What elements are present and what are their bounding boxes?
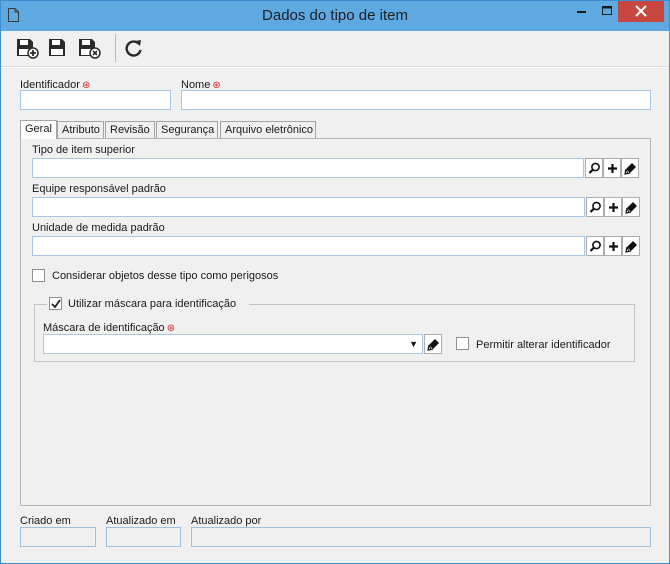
mascara-label: Máscara de identificação ⊛ (43, 322, 176, 334)
close-button[interactable] (618, 1, 664, 22)
floppy-x-icon (77, 37, 101, 59)
add-button[interactable] (603, 158, 621, 178)
atualizado-em-label: Atualizado em (106, 515, 176, 527)
required-icon: ⊛ (166, 323, 176, 334)
toolbar-separator (115, 34, 116, 62)
toolbar (1, 31, 669, 67)
tab-geral[interactable]: Geral (20, 120, 57, 139)
save-close-button[interactable] (77, 37, 101, 59)
save-button[interactable] (46, 37, 70, 59)
refresh-button[interactable] (122, 37, 146, 59)
search-button[interactable] (585, 158, 603, 178)
atualizado-por-label: Atualizado por (191, 515, 262, 527)
perigosos-label: Considerar objetos desse tipo como perig… (52, 270, 279, 282)
search-button[interactable] (586, 236, 604, 256)
mascara-group-checkbox[interactable] (49, 297, 62, 310)
criado-input (20, 527, 96, 547)
tab-panel-geral: Tipo de item superior Equipe responsável… (20, 138, 651, 506)
identificador-input[interactable] (20, 90, 171, 110)
mascara-select[interactable]: ▼ (43, 334, 423, 354)
tab-revisao[interactable]: Revisão (105, 121, 155, 138)
equipe-label: Equipe responsável padrão (32, 183, 166, 195)
nome-input[interactable] (181, 90, 651, 110)
permitir-checkbox[interactable] (456, 337, 469, 350)
mascara-group-label: Utilizar máscara para identificação (68, 298, 237, 310)
form-content: Identificador ⊛ Nome ⊛ Geral Atributo Revi… (1, 68, 669, 563)
tipo-superior-lookup (32, 158, 640, 178)
atualizado-em-input (106, 527, 181, 547)
minimize-button[interactable] (568, 1, 594, 22)
criado-label: Criado em (20, 515, 71, 527)
tipo-superior-input[interactable] (32, 158, 584, 178)
clear-button[interactable] (622, 197, 640, 217)
search-button[interactable] (586, 197, 604, 217)
maximize-button[interactable] (594, 1, 620, 22)
unidade-input[interactable] (32, 236, 585, 256)
tab-arquivo-eletronico[interactable]: Arquivo eletrônico (220, 121, 316, 138)
equipe-lookup (32, 197, 640, 217)
clear-button[interactable] (621, 158, 639, 178)
floppy-icon (46, 37, 70, 59)
mascara-group: Utilizar máscara para identificação Másc… (34, 296, 635, 362)
clear-button[interactable] (424, 334, 442, 354)
refresh-icon (122, 37, 146, 59)
perigosos-checkbox[interactable] (32, 269, 45, 282)
mascara-group-header: Utilizar máscara para identificação (47, 296, 249, 312)
unidade-label: Unidade de medida padrão (32, 222, 165, 234)
title-bar[interactable]: Dados do tipo de item (1, 1, 669, 31)
clear-button[interactable] (622, 236, 640, 256)
add-button[interactable] (604, 236, 622, 256)
tipo-superior-label: Tipo de item superior (32, 144, 135, 156)
dialog-window: Dados do tipo de item Identificador ⊛ No… (0, 0, 670, 564)
tab-seguranca[interactable]: Segurança (156, 121, 218, 138)
equipe-input[interactable] (32, 197, 585, 217)
dropdown-arrow-icon: ▼ (409, 339, 418, 349)
permitir-label: Permitir alterar identificador (476, 339, 611, 351)
atualizado-por-input (191, 527, 651, 547)
save-new-button[interactable] (15, 37, 39, 59)
add-button[interactable] (604, 197, 622, 217)
floppy-plus-icon (15, 37, 39, 59)
tab-atributo[interactable]: Atributo (57, 121, 104, 138)
unidade-lookup (32, 236, 640, 256)
